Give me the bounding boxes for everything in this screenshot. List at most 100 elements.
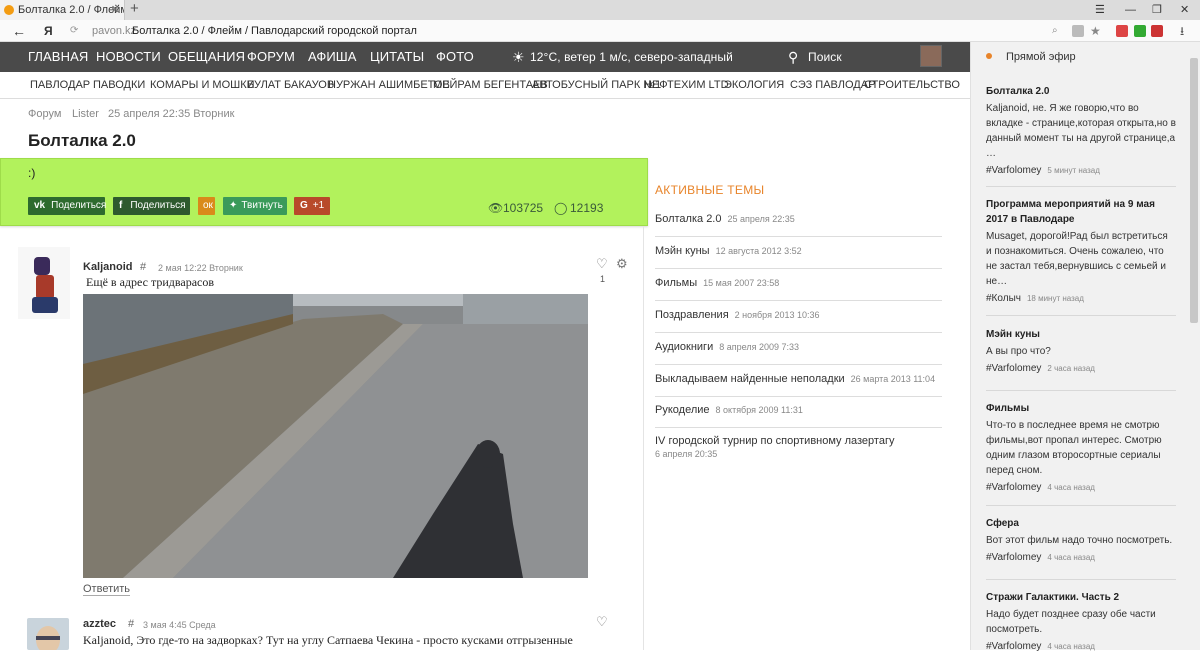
- gmail-icon[interactable]: [1116, 25, 1128, 37]
- vk-icon: vk: [34, 200, 46, 211]
- views-count: 103725: [503, 201, 544, 215]
- post-permalink[interactable]: #: [140, 261, 146, 273]
- tag-nav: ПАВЛОДАР ПАВОДКИ КОМАРЫ И МОШКИ БУЛАТ БА…: [0, 72, 970, 99]
- topic-text: :): [28, 166, 36, 180]
- new-tab-icon[interactable]: +: [130, 0, 139, 18]
- download-icon[interactable]: ⭳: [1180, 20, 1184, 42]
- reload-icon[interactable]: ⟳: [70, 20, 78, 42]
- browser-tab[interactable]: Болталка 2.0 / Флейм / П ✕: [0, 0, 125, 20]
- avatar[interactable]: [18, 247, 70, 319]
- post-photo[interactable]: [83, 294, 588, 578]
- feed-divider: [986, 315, 1176, 316]
- tag-neftekhim[interactable]: НЕФТЕХИМ LTD: [644, 72, 729, 99]
- live-dot-icon: [986, 53, 992, 59]
- tag-mosquitoes[interactable]: КОМАРЫ И МОШКИ: [150, 72, 255, 99]
- active-topic-item[interactable]: Рукоделие 8 октября 2009 11:31: [655, 404, 942, 428]
- feed-divider: [986, 186, 1176, 187]
- breadcrumb-user[interactable]: Lister: [72, 108, 99, 120]
- post-text: Kaljanoid, Это где-то на задворках? Тут …: [83, 633, 573, 647]
- nav-item-photo[interactable]: ФОТО: [436, 42, 474, 72]
- topic-box: [0, 158, 648, 226]
- tag-bakauov[interactable]: БУЛАТ БАКАУОВ: [247, 72, 334, 99]
- post-text: Ещё в адрес тридварасов: [86, 275, 215, 289]
- tag-begentaev[interactable]: МЕЙРАМ БЕГЕНТАЕВ: [433, 72, 548, 99]
- scrollbar-thumb[interactable]: [1190, 58, 1198, 323]
- url-host[interactable]: pavon.kz: [92, 20, 136, 42]
- active-topic-item[interactable]: Поздравления 2 ноября 2013 10:36: [655, 309, 942, 333]
- breadcrumb-date: 25 апреля 22:35 Вторник: [108, 108, 235, 120]
- active-topic-item[interactable]: Выкладываем найденные неполадки 26 марта …: [655, 373, 942, 397]
- nav-item-afisha[interactable]: АФИША: [308, 42, 357, 72]
- share-facebook-button[interactable]: f Поделиться: [113, 197, 190, 215]
- minimize-icon[interactable]: —: [1125, 0, 1136, 20]
- nav-item-forum[interactable]: ФОРУМ: [247, 42, 295, 72]
- maximize-icon[interactable]: ❐: [1152, 0, 1162, 20]
- sidebar-scrollbar[interactable]: [1188, 42, 1200, 650]
- tab-title: Болталка 2.0 / Флейм / П: [18, 4, 125, 16]
- feed-item[interactable]: Болталка 2.0 Kaljanoid, не. Я же говорю,…: [986, 84, 1176, 176]
- shield-icon[interactable]: [1134, 25, 1146, 37]
- gplus-icon: G: [300, 200, 308, 211]
- search-page-icon[interactable]: ⌕: [1052, 20, 1058, 42]
- avatar[interactable]: [27, 618, 69, 650]
- close-tab-icon[interactable]: ✕: [111, 0, 120, 20]
- tag-pavlodar[interactable]: ПАВЛОДАР: [30, 72, 90, 99]
- heart-icon[interactable]: ♡: [596, 614, 608, 630]
- tag-sez[interactable]: СЭЗ ПАВЛОДАР: [790, 72, 875, 99]
- back-icon[interactable]: ←: [12, 20, 26, 42]
- feed-divider: [986, 579, 1176, 580]
- active-topic-item[interactable]: Мэйн куны 12 августа 2012 3:52: [655, 245, 942, 269]
- url-page-title[interactable]: Болталка 2.0 / Флейм / Павлодарский горо…: [132, 20, 417, 42]
- share-ok-button[interactable]: ок: [198, 197, 215, 215]
- odnoklassniki-icon: ок: [203, 200, 213, 211]
- user-avatar[interactable]: [920, 45, 942, 67]
- nav-item-quotes[interactable]: ЦИТАТЫ: [370, 42, 424, 72]
- address-bar: ← Я ⟳ pavon.kz Болталка 2.0 / Флейм / Па…: [0, 20, 1200, 42]
- adblock-icon[interactable]: [1151, 25, 1163, 37]
- breadcrumb-forum[interactable]: Форум: [28, 108, 61, 120]
- tag-construction[interactable]: СТРОИТЕЛЬСТВО: [864, 72, 960, 99]
- comments-icon: ◯: [554, 201, 568, 215]
- bookmark-star-icon[interactable]: ★: [1090, 20, 1101, 42]
- gear-icon[interactable]: ⚙: [616, 256, 628, 272]
- tag-ashimbetov[interactable]: НУРЖАН АШИМБЕТОВ: [328, 72, 450, 99]
- active-topic-item[interactable]: Аудиокниги 8 апреля 2009 7:33: [655, 341, 942, 365]
- close-window-icon[interactable]: ✕: [1180, 0, 1189, 20]
- nav-item-home[interactable]: ГЛАВНАЯ: [28, 42, 88, 72]
- live-feed-heading: Прямой эфир: [986, 51, 1076, 63]
- post-author[interactable]: Kaljanoid: [83, 261, 133, 273]
- post-permalink[interactable]: #: [128, 618, 134, 630]
- column-divider: [643, 226, 644, 650]
- nav-item-news[interactable]: НОВОСТИ: [96, 42, 161, 72]
- feed-item[interactable]: Стражи Галактики. Часть 2 Надо будет поз…: [986, 590, 1176, 652]
- post-author[interactable]: azztec: [83, 618, 116, 630]
- nav-item-promises[interactable]: ОБЕЩАНИЯ: [168, 42, 245, 72]
- heart-icon[interactable]: ♡: [596, 256, 608, 272]
- twitter-icon: ✦: [229, 200, 238, 211]
- comments-count: 12193: [570, 201, 604, 215]
- post-date: 2 мая 12:22 Вторник: [158, 263, 243, 273]
- feed-item[interactable]: Мэйн куны А вы про что? #Varfolomey 2 час…: [986, 327, 1176, 374]
- search-icon[interactable]: ⚲: [788, 42, 798, 72]
- feed-divider: [986, 390, 1176, 391]
- share-vk-button[interactable]: vk Поделиться: [28, 197, 106, 215]
- search-link[interactable]: Поиск: [808, 42, 842, 72]
- share-twitter-button[interactable]: ✦ Твитнуть: [223, 197, 287, 215]
- weather-text: 12°C, ветер 1 м/с, северо-западный: [530, 50, 733, 64]
- extension-icon[interactable]: [1072, 25, 1084, 37]
- page-title: Болталка 2.0: [28, 131, 136, 150]
- yandex-logo[interactable]: Я: [44, 20, 53, 42]
- feed-item[interactable]: Сфера Вот этот фильм надо точно посмотре…: [986, 516, 1176, 563]
- share-gplus-button[interactable]: G +1: [294, 197, 330, 215]
- tag-floods[interactable]: ПАВОДКИ: [93, 72, 145, 99]
- reply-link[interactable]: Ответить: [83, 583, 131, 596]
- feed-item[interactable]: Фильмы Что-то в последнее время не смотр…: [986, 401, 1176, 493]
- active-topic-item[interactable]: IV городской турнир по спортивному лазер…: [655, 435, 942, 463]
- menu-icon[interactable]: ☰: [1095, 0, 1105, 20]
- tag-ecology[interactable]: ЭКОЛОГИЯ: [724, 72, 784, 99]
- tag-bus-park[interactable]: АВТОБУСНЫЙ ПАРК №1: [532, 72, 661, 99]
- sun-icon: ☀: [512, 49, 525, 65]
- active-topic-item[interactable]: Болталка 2.0 25 апреля 22:35: [655, 213, 942, 237]
- feed-item[interactable]: Программа мероприятий на 9 мая 2017 в Па…: [986, 197, 1176, 304]
- active-topic-item[interactable]: Фильмы 15 мая 2007 23:58: [655, 277, 942, 301]
